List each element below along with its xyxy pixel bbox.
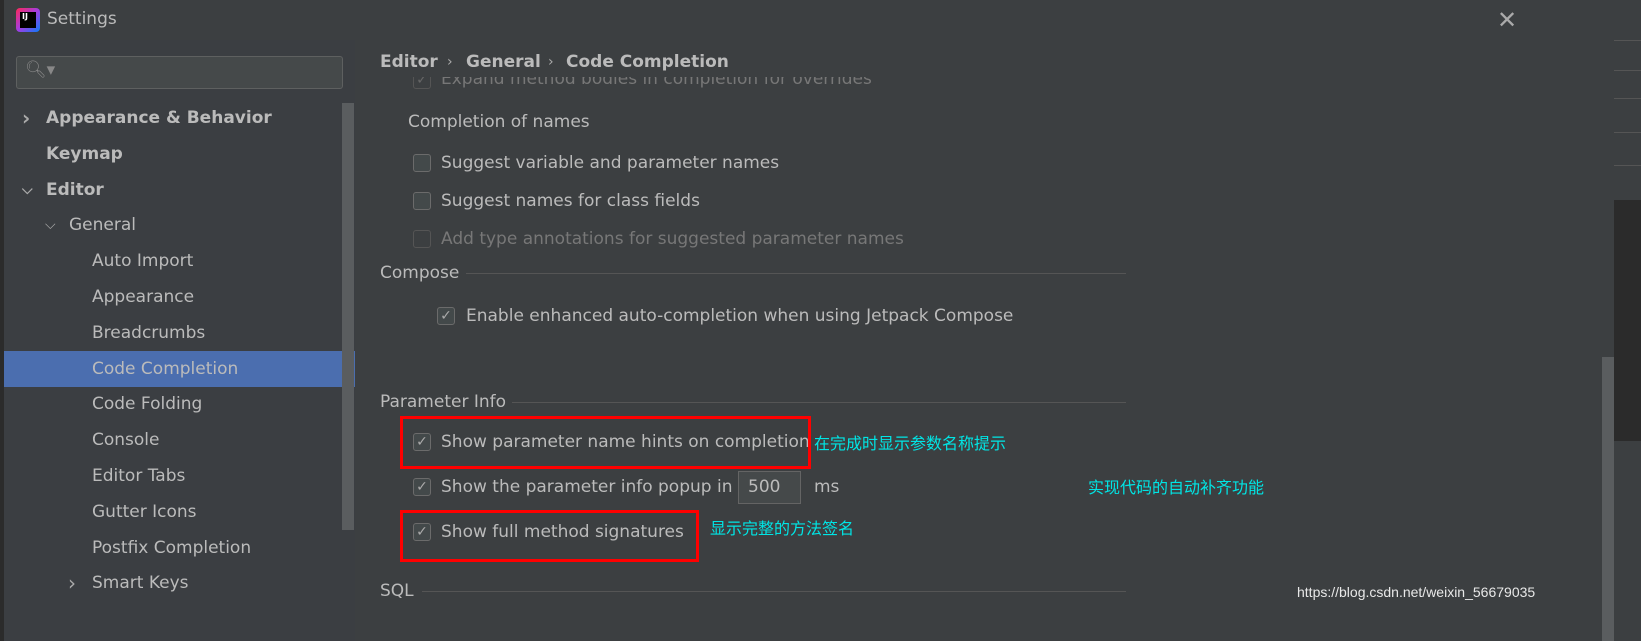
popup-delay-input[interactable]: 500 [738, 471, 801, 504]
sidebar-item-postfix-completion[interactable]: Postfix Completion [4, 530, 355, 566]
popup-delay-unit: ms [814, 477, 840, 497]
add-type-annotations-label: Add type annotations for suggested param… [441, 229, 904, 249]
sidebar-item-label: Auto Import [92, 251, 194, 272]
sidebar-item-label: Editor [46, 179, 104, 200]
sidebar-item-label: Smart Keys [92, 573, 189, 594]
chevron-right-icon[interactable]: › [68, 565, 76, 601]
sidebar-item-code-completion[interactable]: Code Completion [4, 350, 355, 387]
chevron-down-icon[interactable]: ⌵ [45, 207, 56, 243]
chevron-down-icon[interactable]: ⌵ [22, 172, 33, 208]
annotation-full-signatures: 显示完整的方法签名 [710, 519, 855, 538]
sidebar-item-appearance-behavior[interactable]: › Appearance & Behavior [4, 100, 355, 136]
annotation-hints: 在完成时显示参数名称提示 [814, 434, 1007, 453]
sidebar-item-code-folding[interactable]: Code Folding [4, 386, 355, 422]
sql-divider [422, 591, 1126, 592]
content-scrollbar[interactable] [1602, 357, 1614, 641]
close-icon[interactable]: ✕ [1497, 6, 1517, 34]
jetpack-compose-checkbox[interactable]: ✓ [437, 307, 455, 325]
sidebar-item-label: Appearance [92, 287, 195, 307]
sidebar-item-smart-keys[interactable]: › Smart Keys [4, 565, 355, 601]
sidebar-item-label: Editor Tabs [92, 466, 186, 486]
ide-background [1614, 0, 1641, 641]
sidebar-item-console[interactable]: Console [4, 422, 355, 458]
add-type-annotations-checkbox[interactable] [413, 230, 431, 248]
highlight-box [400, 510, 699, 562]
sidebar-item-editor[interactable]: ⌵ Editor [4, 172, 355, 208]
sidebar-item-label: Code Completion [92, 358, 239, 379]
annotation-popup: 实现代码的自动补齐功能 [1088, 478, 1265, 497]
chevron-right-icon[interactable]: › [22, 100, 30, 136]
sidebar-scrollbar[interactable] [342, 103, 354, 530]
sidebar-item-label: Keymap [46, 143, 123, 164]
parameter-info-divider [512, 402, 1126, 403]
settings-sidebar: 🔍︎▾ › Appearance & Behavior Keymap ⌵ Editor ⌵… [4, 40, 355, 641]
sidebar-item-label: Breadcrumbs [92, 322, 206, 343]
parameter-info-popup-checkbox[interactable]: ✓ [413, 478, 431, 496]
breadcrumb-code-completion: Code Completion [566, 52, 729, 72]
search-icon: 🔍︎▾ [25, 60, 56, 80]
sidebar-item-label: Gutter Icons [92, 501, 197, 522]
compose-divider [466, 273, 1126, 274]
sidebar-item-gutter-icons[interactable]: Gutter Icons [4, 494, 355, 530]
sql-section-title: SQL [380, 581, 414, 601]
suggest-variable-names-checkbox[interactable] [413, 154, 431, 172]
suggest-class-field-names-label: Suggest names for class fields [441, 191, 700, 211]
parameter-info-popup-label: Show the parameter info popup in [441, 477, 733, 497]
completion-of-names-title: Completion of names [408, 112, 590, 132]
jetpack-compose-label: Enable enhanced auto-completion when usi… [466, 306, 1014, 326]
sidebar-item-label: Console [92, 430, 160, 451]
sidebar-item-general[interactable]: ⌵ General [4, 207, 355, 243]
sidebar-item-breadcrumbs[interactable]: Breadcrumbs [4, 315, 355, 351]
suggest-class-field-names-checkbox[interactable] [413, 192, 431, 210]
search-input[interactable]: 🔍︎▾ [16, 56, 343, 89]
sidebar-item-label: Postfix Completion [92, 537, 252, 558]
breadcrumb-general[interactable]: General [466, 52, 541, 72]
settings-content: Editor › General › Code Completion ✓ Exp… [355, 40, 1614, 641]
sidebar-item-label: General [69, 215, 136, 236]
sidebar-item-appearance[interactable]: Appearance [4, 279, 355, 315]
highlight-box [400, 416, 811, 469]
settings-dialog: IJ Settings ✕ 🔍︎▾ › Appearance & Behavior… [4, 0, 1614, 641]
watermark: https://blog.csdn.net/weixin_56679035 [1297, 584, 1536, 600]
sidebar-item-keymap[interactable]: Keymap [4, 136, 355, 172]
suggest-variable-names-label: Suggest variable and parameter names [441, 153, 780, 173]
sidebar-item-label: Appearance & Behavior [46, 108, 272, 128]
window-title: Settings [47, 9, 117, 29]
breadcrumb-editor[interactable]: Editor [380, 52, 438, 72]
compose-section-title: Compose [380, 263, 460, 283]
intellij-logo-icon: IJ [16, 8, 40, 32]
sidebar-item-label: Code Folding [92, 394, 203, 415]
sidebar-item-editor-tabs[interactable]: Editor Tabs [4, 458, 355, 494]
sidebar-item-auto-import[interactable]: Auto Import [4, 243, 355, 279]
title-bar: IJ Settings ✕ [4, 0, 1614, 40]
parameter-info-title: Parameter Info [380, 392, 507, 412]
breadcrumb: Editor › General › Code Completion [355, 40, 1614, 77]
